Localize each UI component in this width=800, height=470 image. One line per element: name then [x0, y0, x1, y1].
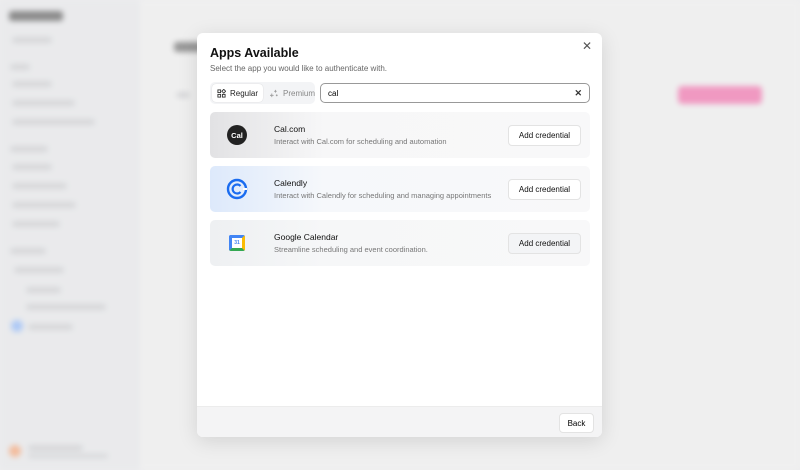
app-name: Calendly	[274, 178, 308, 188]
back-button[interactable]: Back	[559, 413, 594, 433]
clear-search-icon[interactable]: ✕	[574, 88, 582, 99]
app-card-cal-com: Cal Cal.com Interact with Cal.com for sch…	[210, 112, 590, 158]
app-card-google-calendar: 31 Google Calendar Streamline scheduling …	[210, 220, 590, 266]
search-field[interactable]: ✕	[320, 83, 590, 103]
apps-icon	[217, 88, 226, 98]
apps-available-dialog: ✕ Apps Available Select the app you woul…	[197, 33, 602, 437]
dialog-subtitle: Select the app you would like to authent…	[210, 64, 387, 73]
sparkles-icon	[270, 89, 278, 97]
app-type-tabs: Regular Premium	[210, 82, 315, 104]
app-description: Streamline scheduling and event coordina…	[274, 245, 428, 254]
dialog-title: Apps Available	[210, 46, 299, 60]
add-credential-button[interactable]: Add credential	[508, 232, 581, 254]
search-input[interactable]	[328, 88, 575, 98]
tab-label: Regular	[230, 88, 259, 98]
add-credential-button[interactable]: Add credential	[508, 178, 581, 200]
app-name: Google Calendar	[274, 232, 339, 242]
app-card-calendly: Calendly Interact with Calendly for sched…	[210, 166, 590, 212]
app-description: Interact with Cal.com for scheduling and…	[274, 137, 447, 146]
dialog-footer: Back	[197, 406, 602, 437]
google-calendar-logo: 31	[229, 235, 245, 251]
add-credential-button[interactable]: Add credential	[508, 124, 581, 146]
close-icon[interactable]: ✕	[580, 39, 594, 53]
calendly-logo	[226, 178, 248, 200]
app-name: Cal.com	[274, 124, 306, 134]
tab-premium[interactable]: Premium	[265, 84, 320, 102]
app-description: Interact with Calendly for scheduling an…	[274, 191, 492, 200]
tab-label: Premium	[283, 88, 316, 98]
tab-regular[interactable]: Regular	[212, 84, 264, 102]
cal-com-logo: Cal	[227, 125, 247, 145]
